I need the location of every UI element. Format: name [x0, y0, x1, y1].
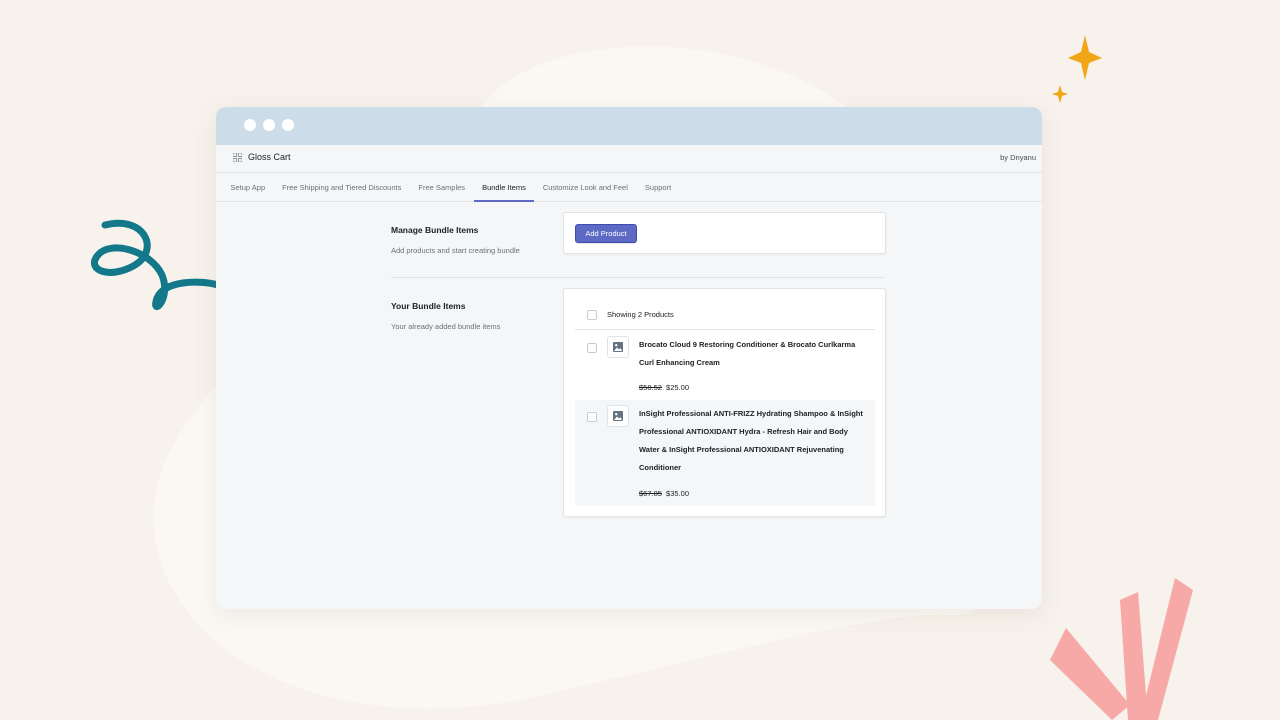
product-price: $67.85 $35.00	[639, 489, 689, 498]
compare-at-price: $58.52	[639, 383, 662, 392]
product-price: $58.52 $25.00	[639, 383, 689, 392]
sparkle-icon	[1052, 35, 1102, 103]
bundle-section-description: Your already added bundle items	[391, 322, 501, 331]
list-item[interactable]: Brocato Cloud 9 Restoring Conditioner & …	[575, 330, 875, 400]
swirl-decoration	[91, 219, 222, 310]
app-header: Gloss Cart by Dnyanu	[216, 145, 1042, 173]
manage-section-title: Manage Bundle Items	[391, 225, 479, 235]
compare-at-price: $67.85	[639, 489, 662, 498]
tab-customize-look[interactable]: Customize Look and Feel	[534, 173, 636, 202]
image-placeholder-icon	[613, 342, 623, 352]
app-name: Gloss Cart	[248, 152, 291, 162]
app-window: Gloss Cart by Dnyanu Setup App Free Ship…	[216, 107, 1042, 609]
grid-icon	[233, 153, 242, 162]
add-product-button[interactable]: Add Product	[575, 224, 637, 243]
tab-bundle-items[interactable]: Bundle Items	[473, 173, 535, 202]
bundle-section-title: Your Bundle Items	[391, 301, 466, 311]
tab-free-samples[interactable]: Free Samples	[410, 173, 474, 202]
ray-decoration	[1050, 578, 1193, 720]
item-checkbox[interactable]	[587, 343, 597, 353]
window-control-dot[interactable]	[263, 119, 275, 131]
list-item[interactable]: InSight Professional ANTI-FRIZZ Hydratin…	[575, 400, 875, 506]
tab-bar: Setup App Free Shipping and Tiered Disco…	[216, 173, 1042, 202]
tab-support[interactable]: Support	[636, 173, 679, 202]
window-control-dot[interactable]	[282, 119, 294, 131]
tab-setup-app[interactable]: Setup App	[222, 173, 274, 202]
window-control-dot[interactable]	[244, 119, 256, 131]
bundle-list-card: Showing 2 Products Brocato Cloud 9 Resto…	[563, 288, 886, 517]
section-divider	[391, 277, 885, 278]
tab-free-shipping[interactable]: Free Shipping and Tiered Discounts	[274, 173, 410, 202]
product-title: InSight Professional ANTI-FRIZZ Hydratin…	[639, 409, 863, 472]
product-thumbnail	[607, 336, 629, 358]
developer-label: by Dnyanu	[1000, 153, 1036, 162]
product-title: Brocato Cloud 9 Restoring Conditioner & …	[639, 340, 856, 367]
select-all-checkbox[interactable]	[587, 310, 597, 320]
image-placeholder-icon	[613, 411, 623, 421]
item-checkbox[interactable]	[587, 412, 597, 422]
bundle-price: $25.00	[666, 383, 689, 392]
manage-card: Add Product	[563, 212, 886, 254]
window-titlebar	[216, 107, 1042, 145]
product-count-label: Showing 2 Products	[607, 310, 674, 319]
manage-section-description: Add products and start creating bundle	[391, 246, 520, 255]
bundle-price: $35.00	[666, 489, 689, 498]
product-thumbnail	[607, 405, 629, 427]
